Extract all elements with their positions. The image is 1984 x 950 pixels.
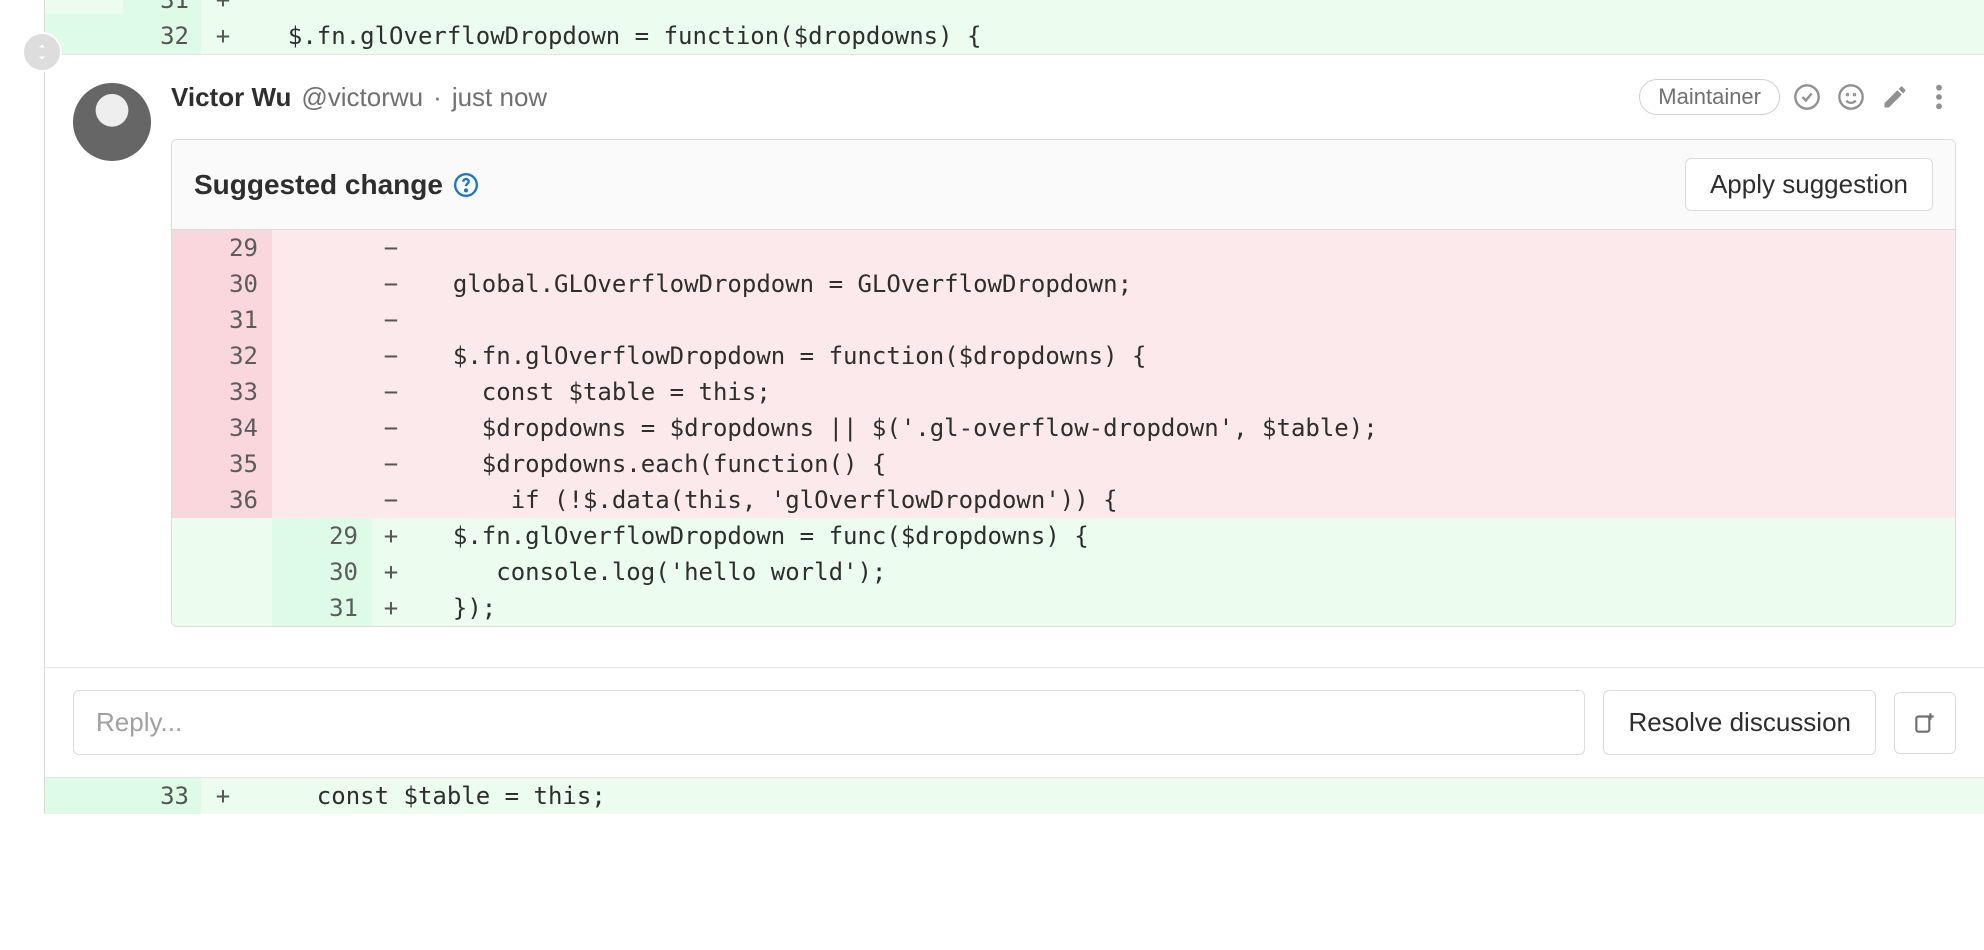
diff-symbol: + <box>201 18 245 54</box>
timestamp: just now <box>452 82 547 113</box>
line-number-old <box>172 554 272 590</box>
line-number-old: 31 <box>172 302 272 338</box>
diff-symbol: − <box>372 446 410 482</box>
comment-header: Victor Wu @victorwu · just now Maintaine… <box>171 79 1956 115</box>
reply-input[interactable] <box>73 690 1585 755</box>
line-number-old: 35 <box>172 446 272 482</box>
code-content: const $table = this; <box>245 778 1984 814</box>
diff-symbol: + <box>372 590 410 626</box>
suggestion-box: Suggested change Apply suggestion 29−30−… <box>171 139 1956 627</box>
context-code-row: 33 + const $table = this; <box>44 778 1984 814</box>
create-issue-button[interactable] <box>1894 692 1956 754</box>
resolve-discussion-button[interactable]: Resolve discussion <box>1603 690 1876 755</box>
diff-row-deletion: 29 − <box>172 230 1955 266</box>
line-number-old: 29 <box>172 230 272 266</box>
code-content: $.fn.glOverflowDropdown = func($dropdown… <box>410 518 1955 554</box>
diff-symbol: − <box>372 374 410 410</box>
diff-row-deletion: 36 − if (!$.data(this, 'glOverflowDropdow… <box>172 482 1955 518</box>
role-badge: Maintainer <box>1639 79 1780 115</box>
apply-suggestion-button[interactable]: Apply suggestion <box>1685 158 1933 211</box>
line-number-new <box>272 482 372 518</box>
diff-row-addition: 31+ }); <box>172 590 1955 626</box>
line-number-new: 29 <box>272 518 372 554</box>
diff-symbol: + <box>372 518 410 554</box>
diff-row-deletion: 35 − $dropdowns.each(function() { <box>172 446 1955 482</box>
suggestion-title: Suggested change <box>194 169 443 201</box>
diff-symbol: − <box>372 338 410 374</box>
line-number-new: 31 <box>123 0 201 18</box>
code-content: if (!$.data(this, 'glOverflowDropdown'))… <box>410 482 1955 518</box>
emoji-icon[interactable] <box>1834 80 1868 114</box>
diff-row-deletion: 31 − <box>172 302 1955 338</box>
diff-symbol: + <box>372 554 410 590</box>
help-icon[interactable] <box>453 172 479 198</box>
comment: Victor Wu @victorwu · just now Maintaine… <box>44 54 1984 668</box>
line-number-new <box>272 374 372 410</box>
code-content: $dropdowns = $dropdowns || $('.gl-overfl… <box>410 410 1955 446</box>
line-number-new: 32 <box>123 18 201 54</box>
line-number-old: 36 <box>172 482 272 518</box>
edit-icon[interactable] <box>1878 80 1912 114</box>
line-number-new <box>272 266 372 302</box>
collapse-icon <box>33 43 51 61</box>
code-content: const $table = this; <box>410 374 1955 410</box>
code-content: $.fn.glOverflowDropdown = function($drop… <box>410 338 1955 374</box>
diff-row-deletion: 33 − const $table = this; <box>172 374 1955 410</box>
line-number-new: 33 <box>123 778 201 814</box>
line-number-new <box>272 410 372 446</box>
diff-row-addition: 30+ console.log('hello world'); <box>172 554 1955 590</box>
diff-symbol: − <box>372 410 410 446</box>
line-number-old: 34 <box>172 410 272 446</box>
line-number-new: 31 <box>272 590 372 626</box>
diff-row-deletion: 30 − global.GLOverflowDropdown = GLOverfl… <box>172 266 1955 302</box>
suggestion-diff: 29−30− global.GLOverflowDropdown = GLOve… <box>172 230 1955 626</box>
line-number-old: 32 <box>172 338 272 374</box>
line-number-new <box>272 338 372 374</box>
diff-symbol: − <box>372 266 410 302</box>
line-number-new <box>272 446 372 482</box>
diff-symbol: − <box>372 302 410 338</box>
line-number-old <box>172 518 272 554</box>
line-number-old <box>45 778 123 814</box>
resolve-check-icon[interactable] <box>1790 80 1824 114</box>
line-number-old: 33 <box>172 374 272 410</box>
line-number-new <box>272 302 372 338</box>
diff-symbol: + <box>201 778 245 814</box>
code-content: console.log('hello world'); <box>410 554 1955 590</box>
code-content: $dropdowns.each(function() { <box>410 446 1955 482</box>
collapse-toggle[interactable] <box>22 32 62 72</box>
avatar[interactable] <box>73 83 151 161</box>
code-content <box>410 230 1955 266</box>
reply-bar: Resolve discussion <box>44 668 1984 778</box>
context-code-row: 32 + $.fn.glOverflowDropdown = function(… <box>44 18 1984 54</box>
separator: · <box>433 82 442 113</box>
line-number-old <box>172 590 272 626</box>
author-handle[interactable]: @victorwu <box>301 82 423 113</box>
line-number-new <box>272 230 372 266</box>
suggestion-header: Suggested change Apply suggestion <box>172 140 1955 230</box>
diff-row-deletion: 34 − $dropdowns = $dropdowns || $('.gl-ov… <box>172 410 1955 446</box>
author-name[interactable]: Victor Wu <box>171 82 291 113</box>
line-number-old: 30 <box>172 266 272 302</box>
context-code-row: 31 + <box>44 0 1984 18</box>
code-content: }); <box>410 590 1955 626</box>
diff-symbol: − <box>372 230 410 266</box>
diff-row-addition: 29+ $.fn.glOverflowDropdown = func($drop… <box>172 518 1955 554</box>
diff-symbol: − <box>372 482 410 518</box>
line-number-new: 30 <box>272 554 372 590</box>
code-content <box>410 302 1955 338</box>
diff-symbol: + <box>201 0 245 18</box>
code-content: $.fn.glOverflowDropdown = function($drop… <box>245 18 1984 54</box>
more-actions-icon[interactable] <box>1922 80 1956 114</box>
code-content: global.GLOverflowDropdown = GLOverflowDr… <box>410 266 1955 302</box>
diff-row-deletion: 32 − $.fn.glOverflowDropdown = function($… <box>172 338 1955 374</box>
